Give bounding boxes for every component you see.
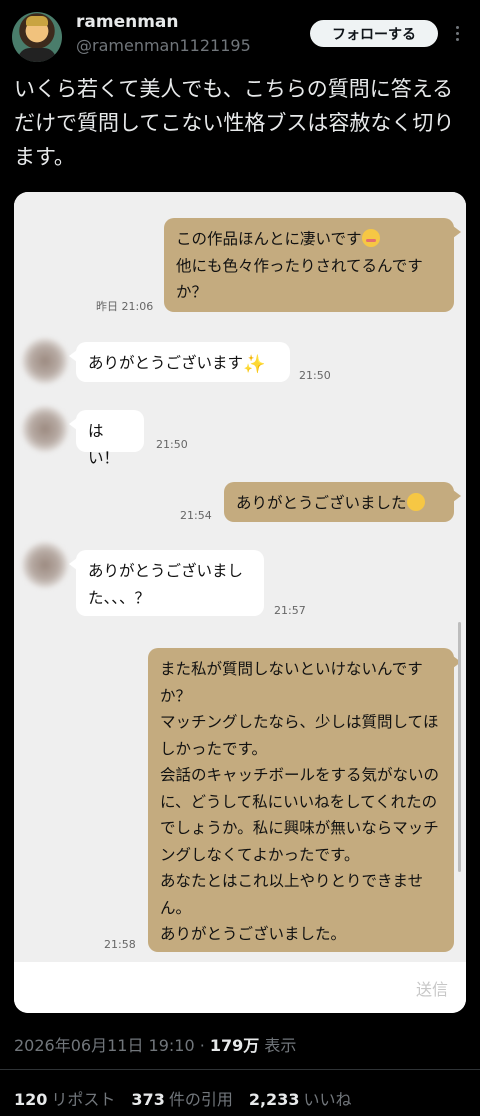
message-timestamp: 21:50 xyxy=(299,369,331,382)
message-text: この作品ほんとに凄いです xyxy=(176,230,362,248)
like-count: 2,233 xyxy=(248,1090,300,1109)
user-handle[interactable]: @ramenman1121195 xyxy=(76,36,251,55)
chat-message-area: この作品ほんとに凄いです 他にも色々作ったりされてるんですか？ 昨日 21:06… xyxy=(14,192,466,962)
tweet-text: いくら若くて美人でも、こちらの質問に答えるだけで質問してこない性格ブスは容赦なく… xyxy=(14,77,455,169)
tweet-stats: 120 リポスト 373 件の引用 2,233 いいね xyxy=(14,1086,351,1110)
send-button[interactable]: 送信 xyxy=(416,976,448,1000)
like-stat[interactable]: 2,233 いいね xyxy=(249,1086,352,1110)
sparkles-emoji-icon: ✨ xyxy=(243,354,266,375)
message-timestamp: 21:54 xyxy=(180,509,212,522)
flushed-face-emoji-icon xyxy=(361,229,380,247)
message-timestamp: 21:50 xyxy=(156,438,188,451)
message-paragraph: あなたとはこれ以上やりとりできません。 xyxy=(160,872,424,917)
message-text: ありがとうございました xyxy=(236,494,407,512)
smiling-face-emoji-icon xyxy=(406,493,425,511)
user-avatar[interactable] xyxy=(12,12,62,62)
message-timestamp: 21:58 xyxy=(104,938,136,951)
chat-screenshot[interactable]: この作品ほんとに凄いです 他にも色々作ったりされてるんですか？ 昨日 21:06… xyxy=(14,192,466,1013)
message-text: ありがとうございました、、、？ xyxy=(88,562,244,607)
view-count: 179万 xyxy=(209,1036,260,1055)
quote-count: 373 xyxy=(131,1090,165,1109)
repost-label: リポスト xyxy=(51,1090,116,1109)
meta-separator: · xyxy=(199,1036,210,1055)
chat-bubble-received: ありがとうございます✨ xyxy=(69,342,290,382)
message-paragraph: 会話のキャッチボールをする気がないのに、どうして私にいいねをしてくれたのでしょう… xyxy=(160,766,440,864)
message-text: はい！ xyxy=(88,422,120,467)
chat-bubble-sent: また私が質問しないといけないんですか？ マッチングしたなら、少しは質問してほしか… xyxy=(148,648,461,952)
like-label: いいね xyxy=(303,1090,352,1109)
message-text: ありがとうございます xyxy=(88,354,244,372)
message-timestamp: 昨日 21:06 xyxy=(96,300,154,313)
message-timestamp: 21:57 xyxy=(274,604,306,617)
quote-stat[interactable]: 373 件の引用 xyxy=(131,1086,232,1110)
tweet-datetime[interactable]: 2026年06月11日 19:10 xyxy=(14,1036,195,1055)
view-label: 表示 xyxy=(264,1036,297,1055)
message-paragraph: マッチングしたなら、少しは質問してほしかったです。 xyxy=(160,713,439,758)
blurred-contact-avatar xyxy=(22,338,68,384)
user-display-name[interactable]: ramenman xyxy=(76,12,179,32)
blurred-contact-avatar xyxy=(22,406,68,452)
repost-count: 120 xyxy=(14,1090,48,1109)
blurred-contact-avatar xyxy=(22,542,68,588)
avatar-hat-shape xyxy=(26,16,48,26)
chat-bubble-received: ありがとうございました、、、？ xyxy=(69,550,264,616)
chat-bubble-sent: この作品ほんとに凄いです 他にも色々作ったりされてるんですか？ xyxy=(164,218,461,312)
chat-bubble-received: はい！ xyxy=(69,410,144,467)
message-text: 他にも色々作ったりされてるんですか？ xyxy=(176,256,423,302)
message-paragraph: また私が質問しないといけないんですか？ xyxy=(160,660,423,705)
avatar-shirt-shape xyxy=(18,48,56,62)
chat-bubble-sent: ありがとうございました xyxy=(224,482,461,522)
follow-button[interactable]: フォローする xyxy=(310,20,438,47)
chat-scrollbar[interactable] xyxy=(458,622,461,872)
quote-label: 件の引用 xyxy=(168,1090,233,1109)
divider xyxy=(0,1069,480,1070)
repost-stat[interactable]: 120 リポスト xyxy=(14,1086,115,1110)
more-options-icon[interactable] xyxy=(448,20,466,47)
chat-input-bar[interactable]: 送信 xyxy=(14,962,466,1013)
tweet-meta: 2026年06月11日 19:10 · 179万 表示 xyxy=(14,1032,296,1056)
message-paragraph: ありがとうございました。 xyxy=(160,925,347,943)
